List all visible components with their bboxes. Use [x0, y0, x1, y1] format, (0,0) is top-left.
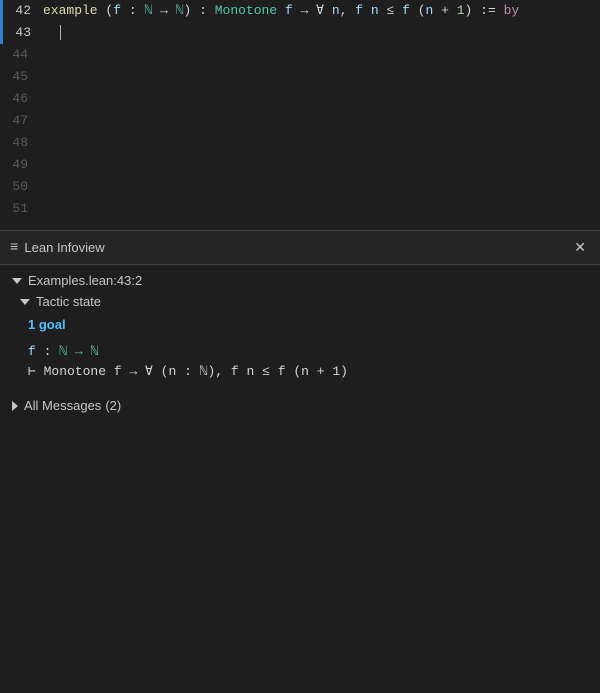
line-number-47: 47 [0, 110, 36, 132]
tactic-state-label: Tactic state [36, 294, 101, 309]
infoview-menu-icon: ≡ [10, 240, 18, 256]
code-line-47: 47 [0, 110, 600, 132]
code-line-50: 50 [0, 176, 600, 198]
line-number-42: 42 [3, 0, 39, 22]
line-number-49: 49 [0, 154, 36, 176]
code-line-44: 44 [0, 44, 600, 66]
code-line-42: 42 example (f : ℕ → ℕ) : Monotone f → ∀ … [0, 0, 600, 22]
code-line-48: 48 [0, 132, 600, 154]
goal-line: ⊢ Monotone f → ∀ (n : ℕ), f n ≤ f (n + 1… [28, 362, 588, 382]
infoview-close-button[interactable]: ✕ [570, 237, 590, 258]
tactic-collapse-icon [20, 299, 30, 305]
all-messages-label: All Messages [24, 398, 101, 413]
code-line-51: 51 [0, 198, 600, 220]
line-number-50: 50 [0, 176, 36, 198]
line-number-51: 51 [0, 198, 36, 220]
collapse-triangle-icon [12, 278, 22, 284]
line-number-46: 46 [0, 88, 36, 110]
code-line-49: 49 [0, 154, 600, 176]
messages-expand-icon [12, 401, 18, 411]
hypothesis-block: f : ℕ → ℕ ⊢ Monotone f → ∀ (n : ℕ), f n … [28, 342, 588, 382]
tactic-state-header[interactable]: Tactic state [20, 294, 588, 309]
location-header[interactable]: Examples.lean:43:2 [12, 273, 588, 288]
lean-infoview-panel: ≡ Lean Infoview ✕ Examples.lean:43:2 Tac… [0, 231, 600, 693]
goal-count: 1 goal [28, 317, 588, 332]
line-number-48: 48 [0, 132, 36, 154]
infoview-header: ≡ Lean Infoview ✕ [0, 231, 600, 265]
code-line-43[interactable]: 43 [0, 22, 600, 44]
line-content-43 [39, 22, 61, 44]
line-number-43: 43 [3, 22, 39, 44]
code-line-46: 46 [0, 88, 600, 110]
infoview-content: Examples.lean:43:2 Tactic state 1 goal f… [0, 265, 600, 421]
code-line-45: 45 [0, 66, 600, 88]
infoview-title: Lean Infoview [24, 240, 570, 255]
line-number-45: 45 [0, 66, 36, 88]
text-cursor [60, 25, 61, 40]
line-content-42: example (f : ℕ → ℕ) : Monotone f → ∀ n, … [39, 0, 519, 22]
location-text: Examples.lean:43:2 [28, 273, 142, 288]
all-messages-count: (2) [105, 398, 121, 413]
hypothesis-line: f : ℕ → ℕ [28, 342, 588, 362]
all-messages-header[interactable]: All Messages (2) [12, 398, 588, 413]
code-editor[interactable]: 42 example (f : ℕ → ℕ) : Monotone f → ∀ … [0, 0, 600, 230]
line-number-44: 44 [0, 44, 36, 66]
